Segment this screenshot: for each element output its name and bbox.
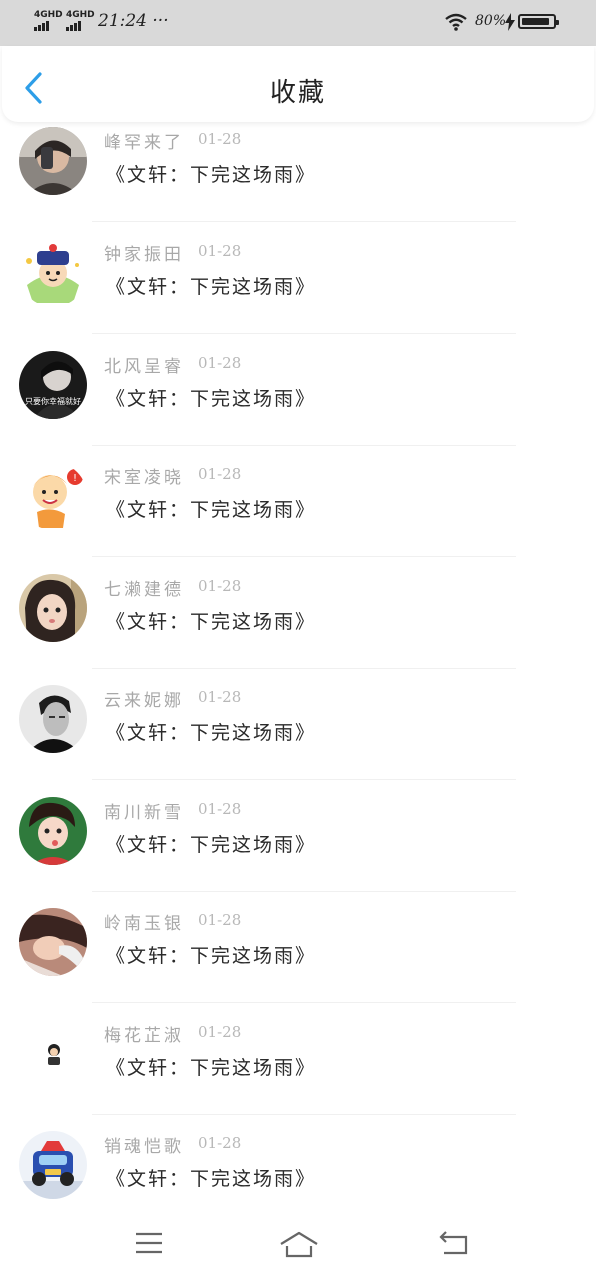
network-type-2: 4GHD: [66, 10, 95, 20]
charging-icon: [505, 13, 515, 31]
item-date: 01-28: [198, 577, 242, 595]
user-name: 岭南玉银: [104, 914, 184, 934]
user-name: 峰罕来了: [104, 133, 184, 153]
item-title: 《文轩：下完这场雨》: [106, 388, 317, 410]
item-title: 《文轩：下完这场雨》: [106, 945, 317, 967]
item-title: 《文轩：下完这场雨》: [106, 611, 317, 633]
item-title: 《文轩：下完这场雨》: [106, 1168, 317, 1190]
item-date: 01-28: [198, 130, 242, 148]
favorite-item[interactable]: 钟家振田 01-28 《文轩：下完这场雨》: [0, 222, 596, 334]
wifi-icon: [445, 13, 467, 31]
user-name: 七濑建德: [104, 580, 184, 600]
menu-icon[interactable]: [134, 1231, 164, 1255]
favorite-item[interactable]: 岭南玉银 01-28 《文轩：下完这场雨》: [0, 891, 596, 1003]
user-name: 销魂恺歌: [104, 1137, 184, 1157]
favorite-item[interactable]: 峰罕来了 01-28 《文轩：下完这场雨》: [0, 122, 596, 222]
item-date: 01-28: [198, 354, 242, 372]
favorite-item[interactable]: 只要你幸福就好 北风呈睿 01-28 《文轩：下完这场雨》: [0, 334, 596, 446]
user-name: 云来妮娜: [104, 691, 184, 711]
item-title: 《文轩：下完这场雨》: [106, 722, 317, 744]
avatar: [19, 574, 87, 642]
favorites-list: 峰罕来了 01-28 《文轩：下完这场雨》 钟家振田 01-28 《文轩：下完这…: [0, 122, 596, 1206]
signal-icon: 4GHD: [34, 10, 63, 31]
home-icon[interactable]: [279, 1230, 319, 1258]
avatar: [19, 797, 87, 865]
item-title: 《文轩：下完这场雨》: [106, 834, 317, 856]
favorite-item[interactable]: 销魂恺歌 01-28 《文轩：下完这场雨》: [0, 1114, 596, 1206]
item-date: 01-28: [198, 1134, 242, 1152]
system-nav-bar: [0, 1206, 596, 1280]
item-date: 01-28: [198, 911, 242, 929]
page-title: 收藏: [269, 78, 326, 108]
item-title: 《文轩：下完这场雨》: [106, 499, 317, 521]
item-date: 01-28: [198, 465, 242, 483]
avatar: [19, 685, 87, 753]
item-date: 01-28: [198, 800, 242, 818]
svg-text:!: !: [73, 473, 77, 484]
avatar-caption: 只要你幸福就好: [25, 396, 81, 406]
avatar: !: [19, 462, 87, 530]
network-type-1: 4GHD: [34, 10, 63, 20]
avatar: [19, 908, 87, 976]
signal-icon-2: 4GHD: [66, 10, 95, 31]
favorite-item[interactable]: 南川新雪 01-28 《文轩：下完这场雨》: [0, 780, 596, 892]
back-icon[interactable]: [438, 1230, 470, 1256]
battery-percent: 80%: [475, 13, 507, 29]
user-name: 北风呈睿: [104, 357, 184, 377]
user-name: 南川新雪: [104, 803, 184, 823]
battery-icon: [518, 14, 559, 29]
favorite-item[interactable]: 梅花芷淑 01-28 《文轩：下完这场雨》: [0, 1003, 596, 1115]
user-name: 梅花芷淑: [104, 1026, 184, 1046]
avatar: [19, 1020, 87, 1088]
avatar: [19, 127, 87, 195]
user-name: 钟家振田: [104, 245, 184, 265]
status-time: 21:24 ···: [98, 11, 169, 31]
item-date: 01-28: [198, 242, 242, 260]
favorite-item[interactable]: 云来妮娜 01-28 《文轩：下完这场雨》: [0, 668, 596, 780]
avatar: [19, 239, 87, 307]
favorite-item[interactable]: ! 宋室凌晓 01-28 《文轩：下完这场雨》: [0, 445, 596, 557]
item-title: 《文轩：下完这场雨》: [106, 164, 317, 186]
item-title: 《文轩：下完这场雨》: [106, 276, 317, 298]
item-date: 01-28: [198, 688, 242, 706]
avatar: 只要你幸福就好: [19, 351, 87, 419]
item-date: 01-28: [198, 1023, 242, 1041]
nav-bar: 收藏: [2, 46, 594, 122]
user-name: 宋室凌晓: [104, 468, 184, 488]
favorite-item[interactable]: 七濑建德 01-28 《文轩：下完这场雨》: [0, 557, 596, 669]
item-title: 《文轩：下完这场雨》: [106, 1057, 317, 1079]
status-bar: 4GHD 4GHD 21:24 ··· 80%: [0, 0, 596, 46]
avatar: [19, 1131, 87, 1199]
